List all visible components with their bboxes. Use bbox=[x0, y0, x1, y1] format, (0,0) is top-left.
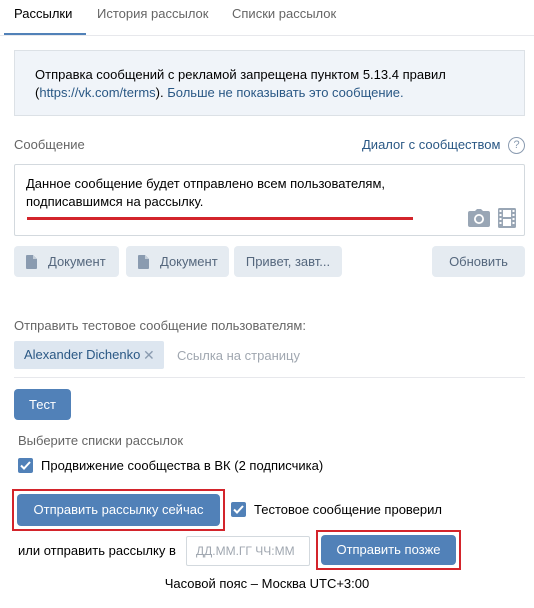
schedule-datetime-input[interactable] bbox=[186, 536, 310, 566]
or-send-at-label: или отправить рассылку в bbox=[18, 543, 176, 558]
camera-icon[interactable] bbox=[468, 209, 490, 227]
document-attachment-label: Документ bbox=[160, 254, 218, 269]
document-icon bbox=[26, 255, 37, 269]
message-label: Сообщение bbox=[14, 137, 85, 152]
video-icon[interactable] bbox=[498, 208, 516, 228]
help-icon[interactable]: ? bbox=[508, 137, 525, 154]
test-verified-checkbox[interactable] bbox=[231, 502, 246, 517]
community-dialog-link[interactable]: Диалог с сообществом bbox=[362, 137, 500, 152]
user-chip-name: Alexander Dichenko bbox=[24, 347, 141, 362]
document-attachment-label: Документ bbox=[48, 254, 106, 269]
test-verified-label: Тестовое сообщение проверил bbox=[254, 502, 442, 517]
send-later-button[interactable]: Отправить позже bbox=[321, 535, 456, 565]
notice-close-paren: ). bbox=[155, 85, 164, 100]
refresh-button[interactable]: Обновить bbox=[432, 246, 525, 277]
checkmark-icon bbox=[233, 505, 244, 514]
message-textarea[interactable]: Данное сообщение будет отправлено всем п… bbox=[14, 164, 525, 236]
tab-mailing-history[interactable]: История рассылок bbox=[97, 6, 208, 21]
hide-notice-link[interactable]: Больше не показывать это сообщение. bbox=[167, 85, 403, 100]
ads-notice: Отправка сообщений с рекламой запрещена … bbox=[14, 50, 525, 116]
mailing-lists-label: Выберите списки рассылок bbox=[18, 433, 184, 448]
test-recipients-field: Alexander Dichenko ✕ bbox=[14, 340, 525, 378]
list-item-label: Продвижение сообщества в ВК (2 подписчик… bbox=[41, 458, 324, 473]
notice-links-line: (https://vk.com/terms). Больше не показы… bbox=[35, 85, 404, 100]
terms-link[interactable]: https://vk.com/terms bbox=[39, 85, 155, 100]
document-attachment-2[interactable]: Документ bbox=[126, 246, 229, 277]
list-checkbox[interactable] bbox=[18, 458, 33, 473]
document-icon bbox=[138, 255, 149, 269]
send-now-button[interactable]: Отправить рассылку сейчас bbox=[17, 494, 220, 526]
page-link-input[interactable] bbox=[177, 341, 377, 369]
test-recipients-label: Отправить тестовое сообщение пользовател… bbox=[14, 318, 306, 333]
user-chip[interactable]: Alexander Dichenko ✕ bbox=[14, 341, 164, 369]
active-tab-indicator bbox=[4, 33, 86, 35]
document-attachment-1[interactable]: Документ bbox=[14, 246, 119, 277]
tab-mailing-lists[interactable]: Списки рассылок bbox=[232, 6, 336, 21]
message-text: Данное сообщение будет отправлено всем п… bbox=[26, 176, 386, 209]
timezone-label: Часовой пояс – Москва UTC+3:00 bbox=[164, 576, 370, 591]
notice-text: Отправка сообщений с рекламой запрещена … bbox=[35, 67, 446, 82]
highlight-underline bbox=[27, 217, 413, 220]
checkmark-icon bbox=[20, 461, 31, 470]
tabs-bar: Рассылки История рассылок Списки рассыло… bbox=[0, 0, 534, 36]
tab-mailings[interactable]: Рассылки bbox=[14, 6, 72, 21]
test-button[interactable]: Тест bbox=[14, 389, 71, 420]
greeting-template-button[interactable]: Привет, завт... bbox=[234, 246, 342, 277]
close-icon[interactable]: ✕ bbox=[143, 341, 155, 369]
